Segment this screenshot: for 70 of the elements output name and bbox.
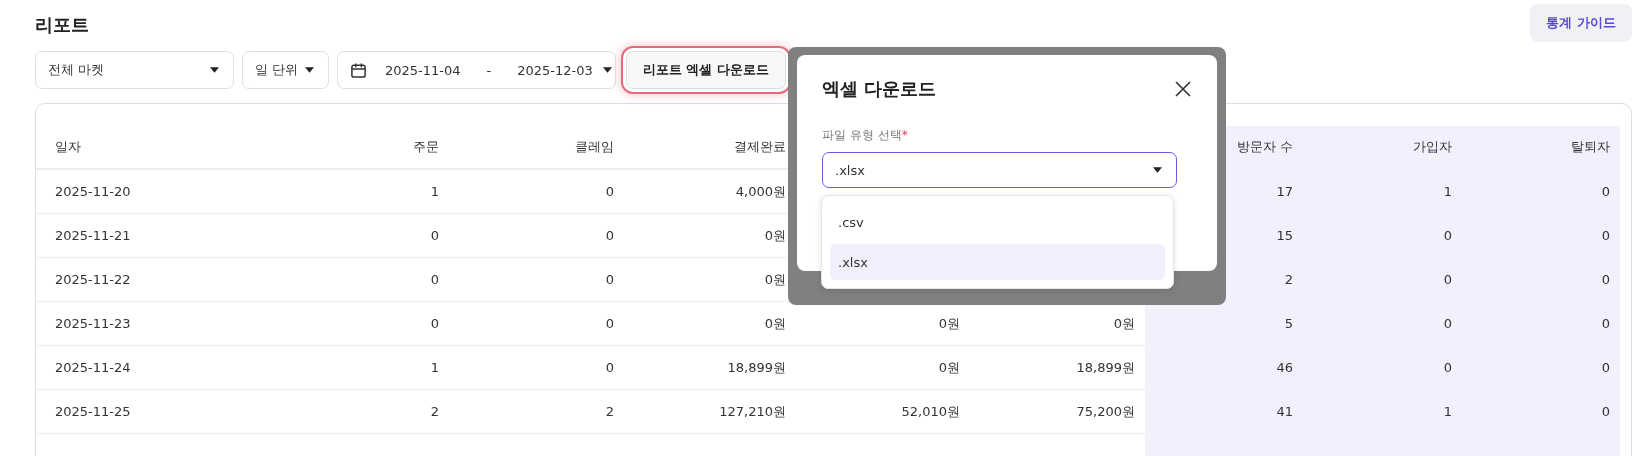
table-cell: 2025-11-20 <box>55 184 131 199</box>
table-cell: 0 <box>1601 272 1610 287</box>
table-cell: 0 <box>1601 228 1610 243</box>
table-cell: 2025-11-21 <box>55 228 131 243</box>
table-cell: 4,000원 <box>735 182 786 201</box>
column-header: 가입자 <box>1413 138 1452 156</box>
table-cell: 1 <box>430 360 439 375</box>
table-cell: 2025-11-23 <box>55 316 131 331</box>
table-cell: 0 <box>1443 272 1452 287</box>
table-cell: 46 <box>1276 360 1293 375</box>
table-cell: 0원 <box>764 270 786 289</box>
table-cell: 0 <box>430 272 439 287</box>
table-cell: 0 <box>1443 228 1452 243</box>
caret-icon <box>602 67 612 73</box>
table-cell: 0 <box>605 272 614 287</box>
column-header: 일자 <box>55 138 81 156</box>
market-select[interactable]: 전체 마켓 <box>35 51 234 89</box>
table-cell: 0원 <box>1113 314 1135 333</box>
table-cell: 15 <box>1276 228 1293 243</box>
table-cell: 1 <box>1443 404 1452 419</box>
table-cell: 2025-11-24 <box>55 360 131 375</box>
table-cell: 0 <box>430 228 439 243</box>
column-header: 클레임 <box>575 138 614 156</box>
table-cell: 0원 <box>764 314 786 333</box>
table-cell: 1 <box>430 184 439 199</box>
table-cell: 17 <box>1276 184 1293 199</box>
caret-icon <box>305 67 314 73</box>
table-cell: 18,899원 <box>727 358 786 377</box>
column-header: 주문 <box>413 138 439 156</box>
table-cell: 2025-11-22 <box>55 272 131 287</box>
table-cell: 2 <box>605 404 614 419</box>
dialog-title: 엑셀 다운로드 <box>822 77 937 101</box>
table-cell: 0 <box>1443 360 1452 375</box>
table-cell: 0 <box>430 316 439 331</box>
table-cell: 0 <box>1601 404 1610 419</box>
table-cell: 0 <box>605 316 614 331</box>
page-title: 리포트 <box>35 13 89 37</box>
dropdown-option[interactable]: .xlsx <box>830 244 1165 280</box>
table-cell: 2025-11-25 <box>55 404 131 419</box>
date-range-field[interactable]: 2025-11-04 - 2025-12-03 <box>337 51 616 89</box>
table-cell: 127,210원 <box>719 402 786 421</box>
guide-button[interactable]: 통계 가이드 <box>1530 4 1632 42</box>
close-button[interactable] <box>1173 79 1193 99</box>
table-cell: 0원 <box>764 226 786 245</box>
table-cell: 0 <box>605 360 614 375</box>
table-cell: 0 <box>605 228 614 243</box>
table-cell: 0원 <box>938 358 960 377</box>
table-cell: 2 <box>430 404 439 419</box>
table-cell: 1 <box>1443 184 1452 199</box>
table-cell: 18,899원 <box>1076 358 1135 377</box>
table-cell: 0 <box>1601 316 1610 331</box>
table-cell: 0 <box>605 184 614 199</box>
caret-icon <box>210 67 219 73</box>
table-cell: 52,010원 <box>901 402 960 421</box>
table-cell: 0원 <box>938 314 960 333</box>
period-select[interactable]: 일 단위 <box>242 51 329 89</box>
column-header: 탈퇴자 <box>1571 138 1610 156</box>
table-cell: 41 <box>1276 404 1293 419</box>
column-header: 결제완료 <box>734 138 786 156</box>
file-type-select[interactable]: .xlsx <box>822 152 1177 188</box>
table-cell: 0 <box>1601 184 1610 199</box>
column-header: 방문자 수 <box>1236 138 1293 156</box>
field-label: 파일 유형 선택* <box>822 127 909 144</box>
calendar-icon <box>350 61 367 79</box>
table-cell: 2 <box>1284 272 1293 287</box>
table-cell: 0 <box>1443 316 1452 331</box>
table-cell: 0 <box>1601 360 1610 375</box>
table-cell: 5 <box>1284 316 1293 331</box>
caret-icon <box>1153 167 1162 173</box>
table-cell: 75,200원 <box>1076 402 1135 421</box>
